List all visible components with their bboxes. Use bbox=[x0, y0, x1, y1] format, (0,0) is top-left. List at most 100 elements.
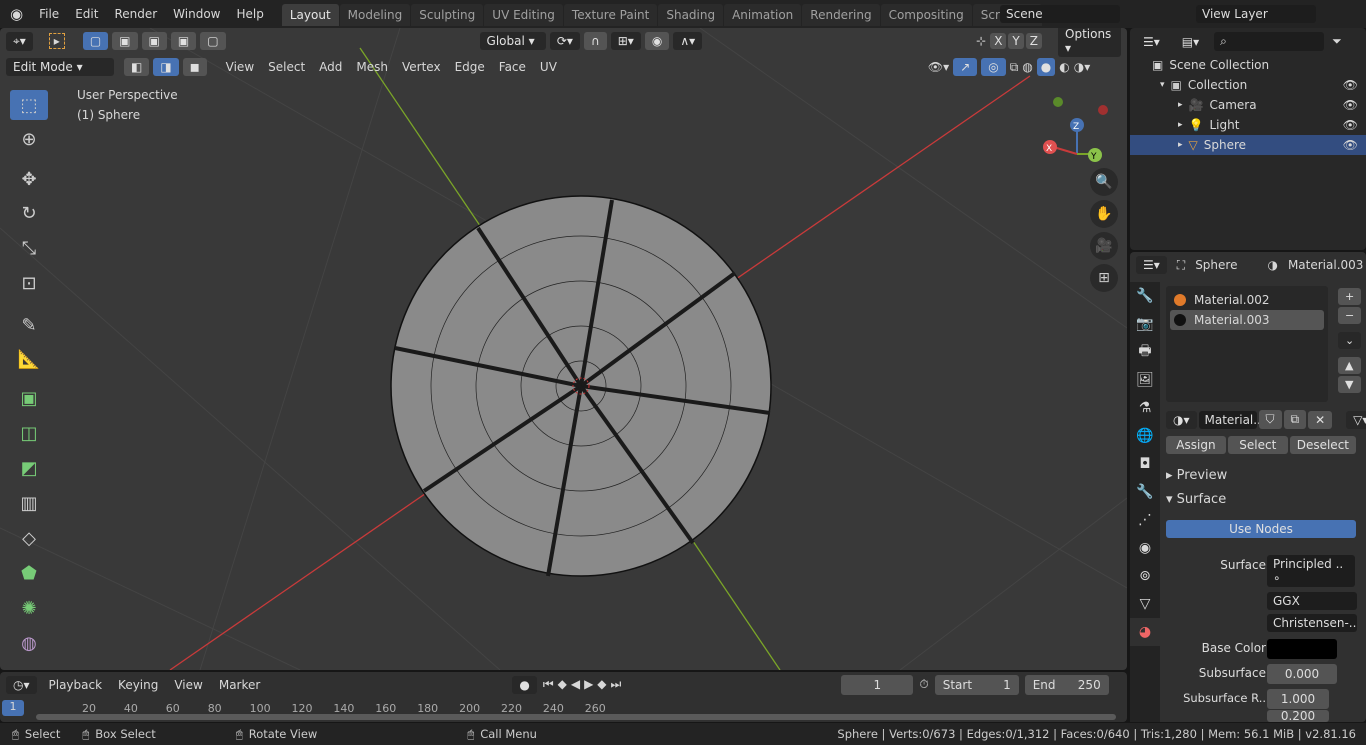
surface-shader-field[interactable]: Principled .. ∘ bbox=[1267, 555, 1355, 587]
link-dropdown[interactable]: ▽▾ bbox=[1346, 410, 1366, 429]
3d-viewport[interactable]: Z X Y ⌖▾ ▸ ▢ ▣ ▣ ▣ ▢ Global ▾ ⟳▾ ∩ ⊞▾ ◉ … bbox=[0, 28, 1127, 670]
menu-render[interactable]: Render bbox=[106, 7, 165, 21]
surface-panel-header[interactable]: ▾ Surface bbox=[1166, 492, 1226, 507]
orientation-dropdown[interactable]: Global ▾ bbox=[479, 32, 546, 50]
fake-user-button[interactable]: ⛉ bbox=[1258, 410, 1282, 429]
overlay-toggle-icon[interactable]: ◎ bbox=[981, 58, 1006, 76]
expand-arrow-icon[interactable]: ▸ bbox=[1178, 120, 1183, 130]
use-nodes-button[interactable]: Use Nodes bbox=[1166, 520, 1356, 538]
smooth-tool[interactable]: ◍ bbox=[10, 628, 48, 658]
subsurface-method-dropdown[interactable]: Christensen-.. bbox=[1267, 614, 1357, 632]
mirror-y-toggle[interactable]: Y bbox=[1008, 33, 1024, 49]
assign-button[interactable]: Assign bbox=[1166, 436, 1226, 454]
inset-tool[interactable]: ◫ bbox=[10, 418, 48, 448]
material-slots-list[interactable]: Material.002 Material.003 bbox=[1166, 286, 1328, 402]
distribution-dropdown[interactable]: GGX bbox=[1267, 592, 1357, 610]
workspace-tab[interactable]: Shading bbox=[658, 4, 724, 26]
cursor-tool[interactable]: ⊕ bbox=[10, 124, 48, 154]
workspace-tab[interactable]: Rendering bbox=[802, 4, 880, 26]
view-layer-selector[interactable]: View Layer bbox=[1196, 5, 1316, 23]
visibility-eye-icon[interactable]: 👁 bbox=[1343, 98, 1358, 112]
snap-target-dropdown[interactable]: ⊞▾ bbox=[610, 32, 641, 50]
timeline-menu-keying[interactable]: Keying bbox=[112, 676, 164, 694]
workspace-tab[interactable]: Sculpting bbox=[411, 4, 484, 26]
outliner-item-sphere[interactable]: ▸ ▽ Sphere 👁 bbox=[1130, 135, 1366, 155]
filter-icon[interactable]: ⏷ bbox=[1332, 34, 1342, 49]
visibility-eye-icon[interactable]: 👁 bbox=[1343, 78, 1358, 92]
editor-type-icon[interactable]: ☰▾ bbox=[1136, 32, 1167, 51]
measure-tool[interactable]: 📐 bbox=[10, 344, 48, 374]
select-mode-invert[interactable]: ▣ bbox=[170, 32, 197, 50]
workspace-tab[interactable]: Modeling bbox=[339, 4, 411, 26]
record-button[interactable]: ● bbox=[512, 675, 537, 694]
workspace-tab[interactable]: Compositing bbox=[880, 4, 972, 26]
wireframe-shading-icon[interactable]: ◍ bbox=[1022, 60, 1032, 74]
blender-logo-icon[interactable]: ◉ bbox=[0, 5, 31, 23]
options-dropdown[interactable]: Options ▾ bbox=[1058, 28, 1121, 57]
remove-slot-button[interactable]: − bbox=[1338, 307, 1362, 324]
timeline-menu-marker[interactable]: Marker bbox=[213, 676, 266, 694]
end-frame-field[interactable]: End 250 bbox=[1024, 674, 1109, 695]
outliner-search-input[interactable]: ⌕ bbox=[1214, 32, 1325, 51]
snap-toggle[interactable]: ∩ bbox=[583, 32, 607, 50]
outliner-item-light[interactable]: ▸ 💡 Light 👁 bbox=[1130, 115, 1366, 135]
workspace-tab[interactable]: Animation bbox=[724, 4, 802, 26]
zoom-icon[interactable]: 🔍 bbox=[1090, 168, 1118, 196]
render-tab-icon[interactable]: 📷 bbox=[1130, 310, 1160, 338]
viewport-menu-add[interactable]: Add bbox=[312, 58, 349, 76]
menu-edit[interactable]: Edit bbox=[67, 7, 106, 21]
data-tab-icon[interactable]: ▽ bbox=[1130, 590, 1160, 618]
world-tab-icon[interactable]: 🌐 bbox=[1130, 422, 1160, 450]
output-tab-icon[interactable]: 🖶 bbox=[1130, 338, 1160, 366]
move-up-button[interactable]: ▲ bbox=[1338, 357, 1362, 374]
preview-panel-header[interactable]: ▸ Preview bbox=[1166, 468, 1227, 483]
outliner-item-collection[interactable]: ▾ ▣ Collection 👁 bbox=[1130, 75, 1366, 95]
pan-hand-icon[interactable]: ✋ bbox=[1090, 200, 1118, 228]
view-layer-tab-icon[interactable]: 🖼 bbox=[1130, 366, 1160, 394]
physics-tab-icon[interactable]: ◉ bbox=[1130, 534, 1160, 562]
gizmo-toggle-icon[interactable]: ↗ bbox=[953, 58, 978, 76]
deselect-button[interactable]: Deselect bbox=[1289, 436, 1356, 454]
start-frame-field[interactable]: Start 1 bbox=[934, 674, 1019, 695]
annotate-tool[interactable]: ✎ bbox=[10, 310, 48, 340]
mode-dropdown[interactable]: Edit Mode ▾ bbox=[6, 58, 114, 76]
display-mode-icon[interactable]: ▤▾ bbox=[1174, 32, 1207, 51]
knife-tool[interactable]: ◇ bbox=[10, 523, 48, 553]
material-name-field[interactable]: Material.. bbox=[1198, 410, 1261, 429]
timeline-scrollbar[interactable] bbox=[36, 714, 1116, 720]
viewport-menu-face[interactable]: Face bbox=[492, 58, 533, 76]
modifier-tab-icon[interactable]: 🔧 bbox=[1130, 478, 1160, 506]
mirror-x-toggle[interactable]: X bbox=[990, 33, 1007, 49]
base-color-swatch[interactable] bbox=[1267, 639, 1337, 659]
vertex-select-mode[interactable]: ◧ bbox=[124, 58, 150, 76]
rendered-shading-icon[interactable]: ◑▾ bbox=[1074, 60, 1091, 74]
poly-build-tool[interactable]: ⬟ bbox=[10, 558, 48, 588]
slot-specials-button[interactable]: ⌄ bbox=[1338, 332, 1362, 349]
ortho-toggle-icon[interactable]: ⊞ bbox=[1090, 264, 1118, 292]
subsurface-radius-x[interactable]: 1.000 bbox=[1267, 689, 1329, 709]
add-slot-button[interactable]: + bbox=[1338, 288, 1362, 305]
transform-tool[interactable]: ⊡ bbox=[10, 268, 48, 298]
select-button[interactable]: Select bbox=[1227, 436, 1288, 454]
editor-type-icon[interactable]: ☰▾ bbox=[1136, 256, 1167, 274]
object-tab-icon[interactable]: ◘ bbox=[1130, 450, 1160, 478]
visibility-eye-icon[interactable]: 👁 bbox=[1343, 138, 1358, 152]
scene-collection-row[interactable]: ▣ Scene Collection bbox=[1130, 55, 1366, 75]
unlink-material-button[interactable]: ✕ bbox=[1308, 410, 1333, 429]
particles-tab-icon[interactable]: ⋰ bbox=[1130, 506, 1160, 534]
playback-controls[interactable]: ⏮◆◀▶◆⏭ bbox=[543, 677, 626, 692]
menu-help[interactable]: Help bbox=[229, 7, 272, 21]
viewport-menu-view[interactable]: View bbox=[219, 58, 261, 76]
timeline-menu-playback[interactable]: Playback bbox=[43, 676, 109, 694]
tool-tab-icon[interactable]: 🔧 bbox=[1130, 282, 1160, 310]
duplicate-material-button[interactable]: ⧉ bbox=[1283, 410, 1307, 429]
expand-arrow-icon[interactable]: ▾ bbox=[1160, 80, 1165, 90]
viewport-menu-mesh[interactable]: Mesh bbox=[349, 58, 395, 76]
xray-toggle-icon[interactable]: ⧉ bbox=[1010, 60, 1019, 75]
select-mode-extend[interactable]: ▣ bbox=[112, 32, 138, 50]
spin-tool[interactable]: ✺ bbox=[10, 593, 48, 623]
bevel-tool[interactable]: ◩ bbox=[10, 453, 48, 483]
material-slot[interactable]: Material.003 bbox=[1170, 310, 1324, 330]
proportional-edit-toggle[interactable]: ◉ bbox=[644, 32, 670, 50]
extrude-tool[interactable]: ▣ bbox=[10, 383, 48, 413]
